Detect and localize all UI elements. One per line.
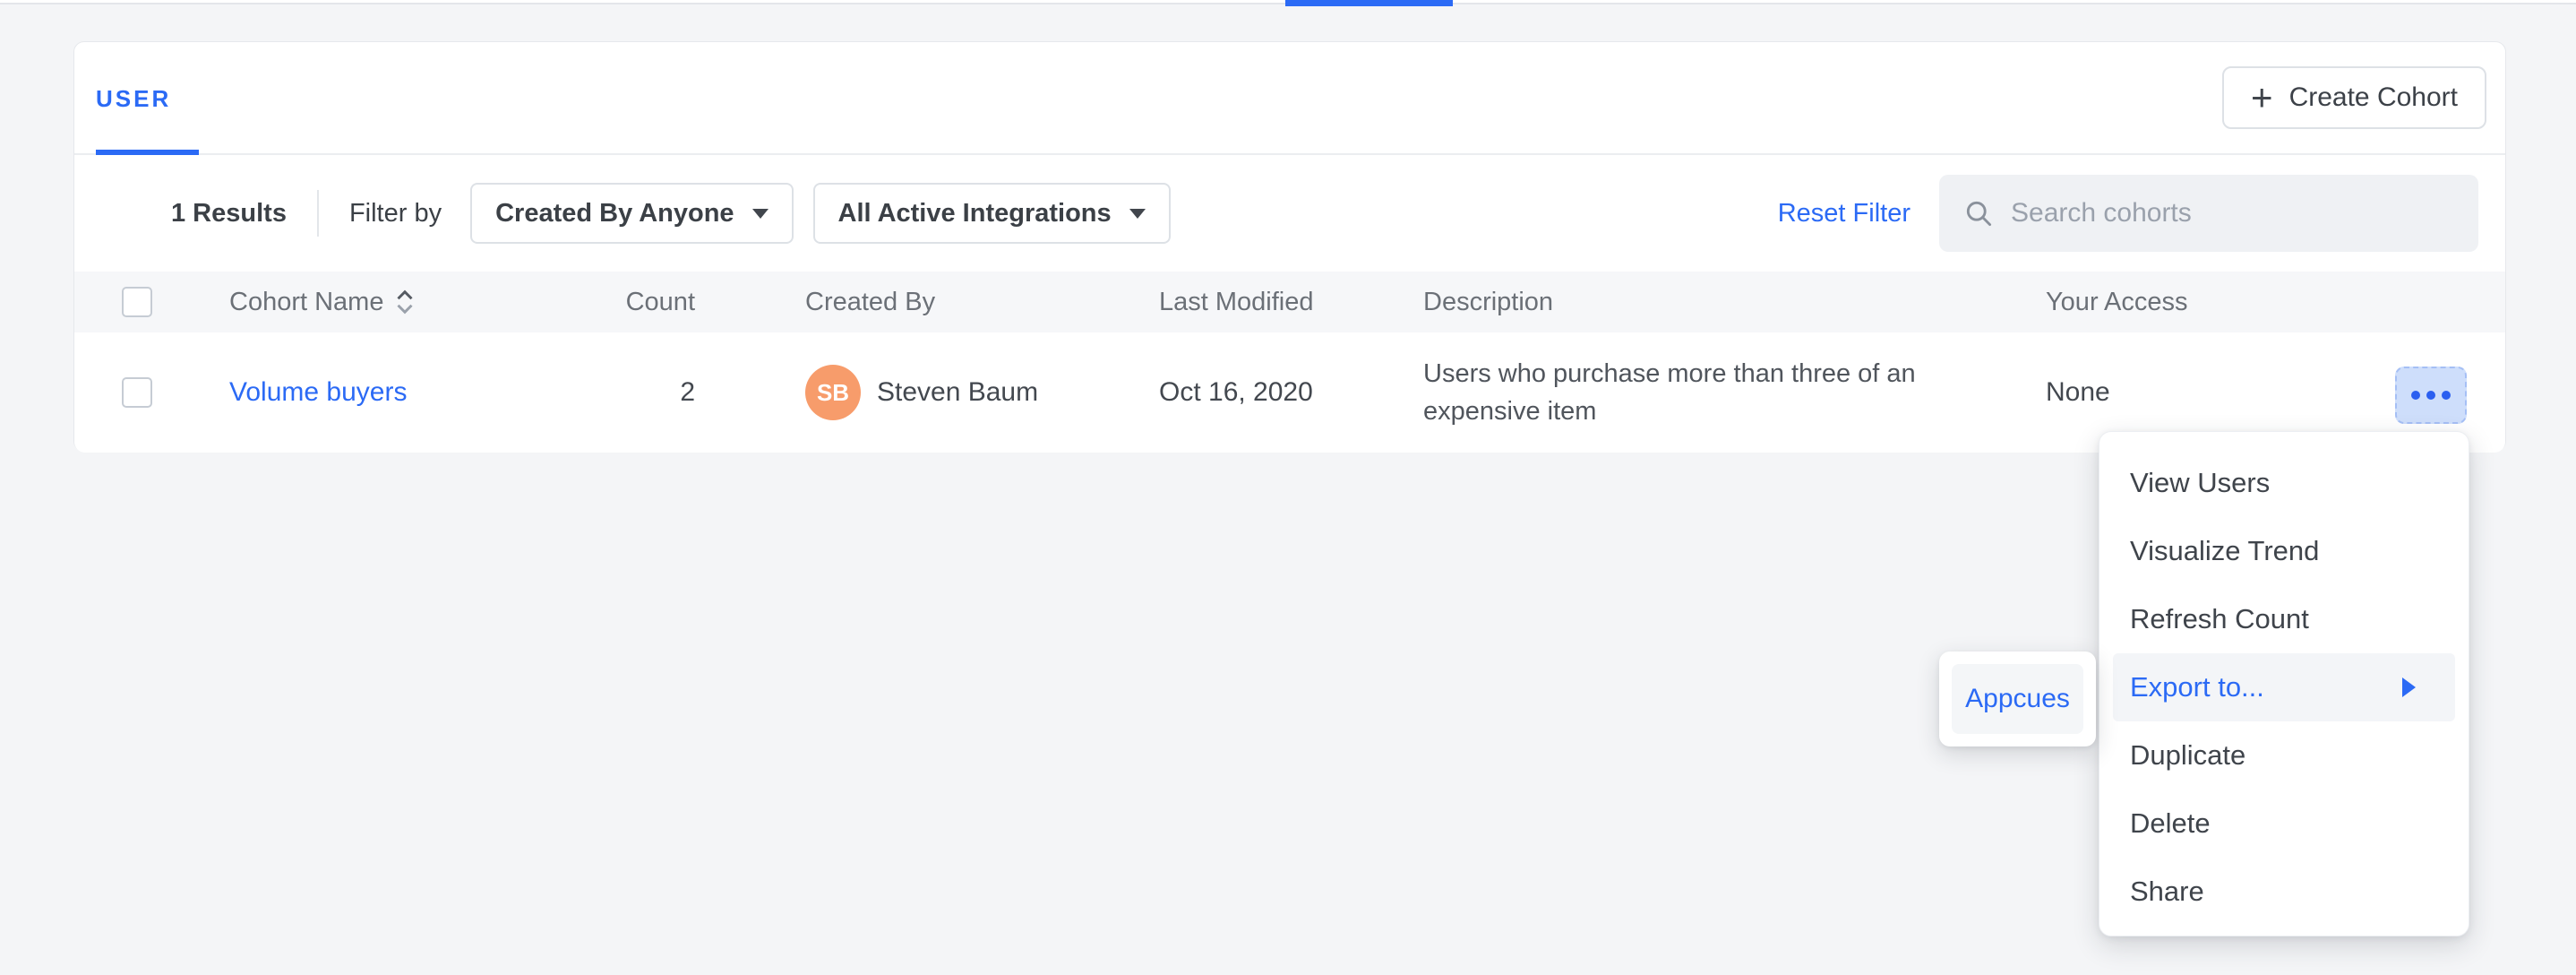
- header-description: Description: [1423, 272, 1553, 332]
- cohort-name-link[interactable]: Volume buyers: [229, 377, 407, 408]
- filter-toolbar: 1 Results Filter by Created By Anyone Al…: [74, 155, 2505, 272]
- header-last-modified[interactable]: Last Modified: [1159, 272, 1314, 332]
- header-count-label: Count: [626, 288, 695, 317]
- header-your-access: Your Access: [2046, 272, 2188, 332]
- header-created-by[interactable]: Created By: [805, 272, 935, 332]
- last-modified-cell: Oct 16, 2020: [1159, 332, 1313, 453]
- search-input[interactable]: [2011, 198, 2459, 229]
- created-by-value: Steven Baum: [877, 377, 1038, 408]
- last-modified-value: Oct 16, 2020: [1159, 377, 1313, 408]
- row-select-cell: [122, 332, 152, 453]
- created-by-cell: SB Steven Baum: [805, 332, 1038, 453]
- header-last-modified-label: Last Modified: [1159, 288, 1314, 317]
- tab-user-label: USER: [96, 85, 171, 113]
- row-checkbox[interactable]: [122, 377, 152, 408]
- more-actions-button[interactable]: [2395, 367, 2467, 424]
- header-description-label: Description: [1423, 288, 1553, 317]
- count-value: 2: [680, 377, 695, 408]
- chevron-down-icon: [1129, 209, 1146, 219]
- sort-icon: [394, 289, 416, 315]
- row-actions-menu: View Users Visualize Trend Refresh Count…: [2099, 431, 2469, 936]
- description-cell: Users who purchase more than three of an…: [1423, 332, 1943, 453]
- select-all-checkbox[interactable]: [122, 287, 152, 317]
- search-box[interactable]: [1939, 175, 2478, 252]
- tab-user[interactable]: USER: [96, 42, 171, 155]
- menu-item-export-to-label: Export to...: [2130, 671, 2264, 703]
- filter-left-group: 1 Results Filter by Created By Anyone Al…: [171, 155, 1171, 272]
- avatar: SB: [805, 365, 861, 420]
- more-dot-icon: [2411, 391, 2420, 400]
- plus-icon: +: [2251, 71, 2273, 125]
- create-cohort-label: Create Cohort: [2289, 82, 2458, 113]
- your-access-value: None: [2046, 377, 2110, 408]
- menu-item-export-to[interactable]: Export to...: [2113, 653, 2455, 721]
- search-icon: [1962, 197, 1995, 229]
- menu-item-share[interactable]: Share: [2099, 858, 2469, 926]
- filter-by-label: Filter by: [349, 199, 442, 229]
- results-count: 1 Results: [171, 199, 287, 229]
- cohort-name-cell: Volume buyers: [229, 332, 407, 453]
- more-dot-icon: [2426, 391, 2435, 400]
- chevron-down-icon: [752, 209, 769, 219]
- header-your-access-label: Your Access: [2046, 288, 2188, 317]
- integrations-dropdown[interactable]: All Active Integrations: [813, 183, 1171, 244]
- header-created-by-label: Created By: [805, 288, 935, 317]
- count-cell: 2: [516, 332, 695, 453]
- filter-right-group: Reset Filter: [1778, 155, 2478, 272]
- integrations-dropdown-label: All Active Integrations: [838, 199, 1112, 229]
- active-tab-indicator: [1285, 0, 1453, 6]
- submenu-arrow-icon: [2402, 677, 2416, 697]
- description-value: Users who purchase more than three of an…: [1423, 355, 1943, 430]
- cohorts-panel: USER + Create Cohort 1 Results Filter by…: [73, 41, 2506, 452]
- header-count[interactable]: Count: [516, 272, 695, 332]
- more-dot-icon: [2442, 391, 2451, 400]
- submenu-item-appcues[interactable]: Appcues: [1952, 664, 2083, 734]
- menu-item-view-users[interactable]: View Users: [2099, 449, 2469, 517]
- vertical-divider: [317, 190, 319, 237]
- menu-item-refresh-count[interactable]: Refresh Count: [2099, 585, 2469, 653]
- header-cohort-name[interactable]: Cohort Name: [229, 272, 416, 332]
- table-header-row: Cohort Name Count Created By Last Modifi…: [74, 272, 2505, 332]
- menu-item-delete[interactable]: Delete: [2099, 789, 2469, 858]
- menu-item-visualize-trend[interactable]: Visualize Trend: [2099, 517, 2469, 585]
- export-submenu: Appcues: [1939, 651, 2096, 746]
- reset-filter-link[interactable]: Reset Filter: [1778, 199, 1911, 229]
- panel-tabs-header: USER + Create Cohort: [74, 42, 2505, 155]
- created-by-dropdown-label: Created By Anyone: [495, 199, 734, 229]
- header-cohort-name-label: Cohort Name: [229, 288, 383, 317]
- select-all-cell: [122, 272, 152, 332]
- menu-item-duplicate[interactable]: Duplicate: [2099, 721, 2469, 789]
- create-cohort-button[interactable]: + Create Cohort: [2222, 66, 2486, 129]
- your-access-cell: None: [2046, 332, 2110, 453]
- created-by-dropdown[interactable]: Created By Anyone: [470, 183, 793, 244]
